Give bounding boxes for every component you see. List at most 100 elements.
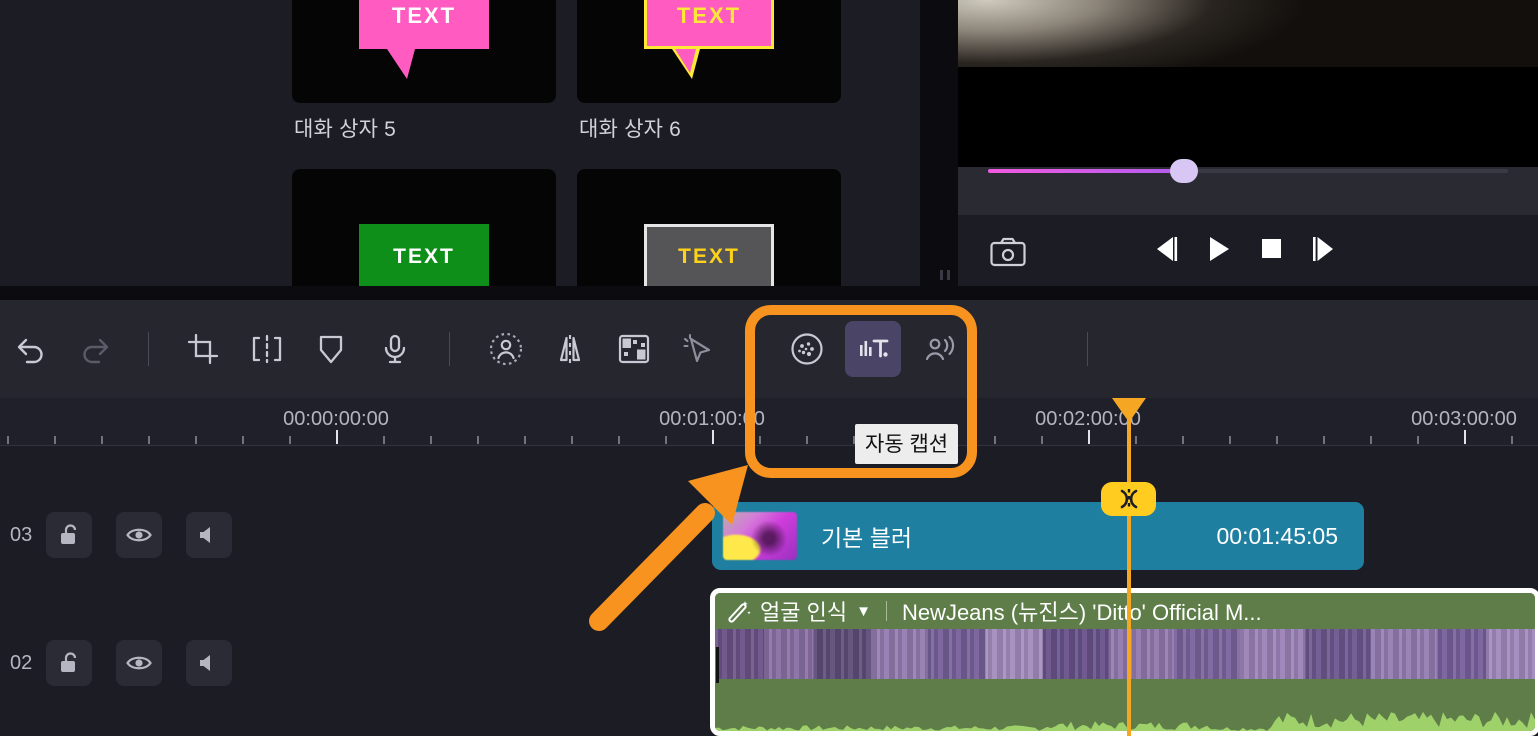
toolbar-divider xyxy=(449,332,450,366)
template-thumbnail[interactable]: TEXT xyxy=(292,0,556,103)
clip-filmstrip xyxy=(715,629,1535,679)
video-clip-selected[interactable]: 얼굴 인식 ▼ NewJeans (뉴진스) 'Ditto' Official … xyxy=(710,588,1538,736)
ruler-tick xyxy=(289,436,291,444)
crop-icon xyxy=(187,333,219,365)
timeline-toolbar xyxy=(0,286,1538,398)
ruler-tick xyxy=(336,430,338,444)
previous-frame-icon xyxy=(1157,237,1178,261)
slider-handle[interactable] xyxy=(1170,159,1198,183)
previous-frame-button[interactable] xyxy=(1153,235,1179,268)
next-frame-button[interactable] xyxy=(1311,235,1337,268)
unlock-icon xyxy=(61,524,77,544)
track-visibility-button[interactable] xyxy=(116,512,162,558)
template-thumbnail[interactable]: TEXT xyxy=(577,169,841,286)
marker-icon xyxy=(319,335,343,364)
ruler-tick xyxy=(1370,436,1372,444)
chevron-down-icon[interactable]: ▼ xyxy=(856,603,871,620)
portrait-button[interactable] xyxy=(478,321,534,377)
ruler-tick xyxy=(148,436,150,444)
ruler-label: 00:00:00:00 xyxy=(283,408,389,430)
magic-wand-icon xyxy=(728,601,751,623)
panel-splitter-handle[interactable] xyxy=(935,268,957,280)
playhead-handle[interactable] xyxy=(1112,398,1146,425)
transport-controls xyxy=(958,231,1538,277)
speaker-icon xyxy=(200,655,210,671)
green-text-box-icon: TEXT xyxy=(359,223,489,286)
mosaic-grid-icon xyxy=(618,334,650,364)
mirror-flip-icon xyxy=(559,335,581,363)
track-mute-button[interactable] xyxy=(186,512,232,558)
clip-thumbnail xyxy=(723,512,797,560)
template-card[interactable]: TEXT 대화 상자 5 xyxy=(292,0,556,169)
timeline-ruler[interactable]: 00:00:00:00 00:01:00:00 00:02:00:00 00:0… xyxy=(0,398,1538,446)
text-template-browser: TEXT 대화 상자 5 TEXT 대화 상자 6 TEXT TEXT xyxy=(260,0,920,286)
mosaic-blur-button[interactable] xyxy=(779,321,835,377)
toolbar-divider xyxy=(752,332,753,366)
ruler-tick xyxy=(101,436,103,444)
toolbar-divider xyxy=(148,332,149,366)
template-card[interactable]: TEXT xyxy=(577,169,841,286)
snapshot-button[interactable] xyxy=(990,237,1026,272)
magic-cursor-button[interactable] xyxy=(670,321,726,377)
voiceover-button[interactable] xyxy=(367,321,423,377)
crop-button[interactable] xyxy=(175,321,231,377)
ruler-tick xyxy=(1041,436,1043,444)
template-card[interactable]: TEXT 대화 상자 6 xyxy=(577,0,841,169)
split-at-playhead-button[interactable] xyxy=(1101,482,1156,516)
speech-bubble-pink-icon: TEXT xyxy=(359,0,489,79)
track-header-02: 02 xyxy=(0,633,300,693)
split-button[interactable] xyxy=(239,321,295,377)
ruler-tick xyxy=(1323,436,1325,444)
preview-zoom-slider[interactable] xyxy=(988,159,1508,183)
clip-header: 얼굴 인식 ▼ NewJeans (뉴진스) 'Ditto' Official … xyxy=(715,593,1535,629)
template-thumbnail[interactable]: TEXT xyxy=(577,0,841,103)
ruler-tick xyxy=(618,436,620,444)
track-mute-button[interactable] xyxy=(186,640,232,686)
ruler-tick xyxy=(1511,436,1513,444)
mosaic-circle-icon xyxy=(791,333,823,365)
stop-button[interactable] xyxy=(1259,235,1283,268)
magic-cursor-icon xyxy=(683,333,711,363)
ruler-tick xyxy=(7,436,9,444)
ruler-tick xyxy=(430,436,432,444)
slider-fill xyxy=(988,169,1191,173)
ruler-label: 00:03:00:00 xyxy=(1411,408,1517,430)
ruler-tick xyxy=(383,436,385,444)
track-lock-button[interactable] xyxy=(46,512,92,558)
template-preview-text: TEXT xyxy=(676,2,742,28)
ruler-tick xyxy=(571,436,573,444)
redo-button xyxy=(68,321,124,377)
ruler-tick xyxy=(195,436,197,444)
auto-caption-button[interactable] xyxy=(845,321,901,377)
track-number: 03 xyxy=(10,523,33,546)
effect-clip-blur[interactable]: 기본 블러 00:01:45:05 xyxy=(712,502,1364,570)
template-thumbnail[interactable]: TEXT xyxy=(292,169,556,286)
ruler-tick xyxy=(1135,436,1137,444)
waveform-icon xyxy=(715,711,1535,731)
mirror-button[interactable] xyxy=(542,321,598,377)
track-visibility-button[interactable] xyxy=(116,640,162,686)
clip-effect-label: 얼굴 인식 xyxy=(760,600,848,625)
undo-button[interactable] xyxy=(2,321,58,377)
ruler-tick xyxy=(712,430,714,444)
auto-caption-icon xyxy=(860,339,889,358)
marker-button[interactable] xyxy=(303,321,359,377)
redo-icon xyxy=(83,338,109,364)
split-icon xyxy=(252,334,282,364)
timeline-area: 00:00:00:00 00:01:00:00 00:02:00:00 00:0… xyxy=(0,398,1538,736)
playhead-line xyxy=(1127,398,1131,736)
template-label: 대화 상자 6 xyxy=(579,118,682,141)
template-preview-text: TEXT xyxy=(391,2,457,28)
mosaic-grid-button[interactable] xyxy=(606,321,662,377)
ruler-tick xyxy=(806,436,808,444)
microphone-icon xyxy=(384,334,406,364)
clip-duration: 00:01:45:05 xyxy=(1216,522,1338,549)
ruler-tick xyxy=(1182,436,1184,444)
ruler-tick xyxy=(1276,436,1278,444)
play-button[interactable] xyxy=(1207,235,1231,268)
template-card[interactable]: TEXT xyxy=(292,169,556,286)
speech-bubble-outlined-icon: TEXT xyxy=(644,0,774,79)
track-lock-button[interactable] xyxy=(46,640,92,686)
speech-to-text-button[interactable] xyxy=(911,321,967,377)
play-icon xyxy=(1210,237,1229,261)
